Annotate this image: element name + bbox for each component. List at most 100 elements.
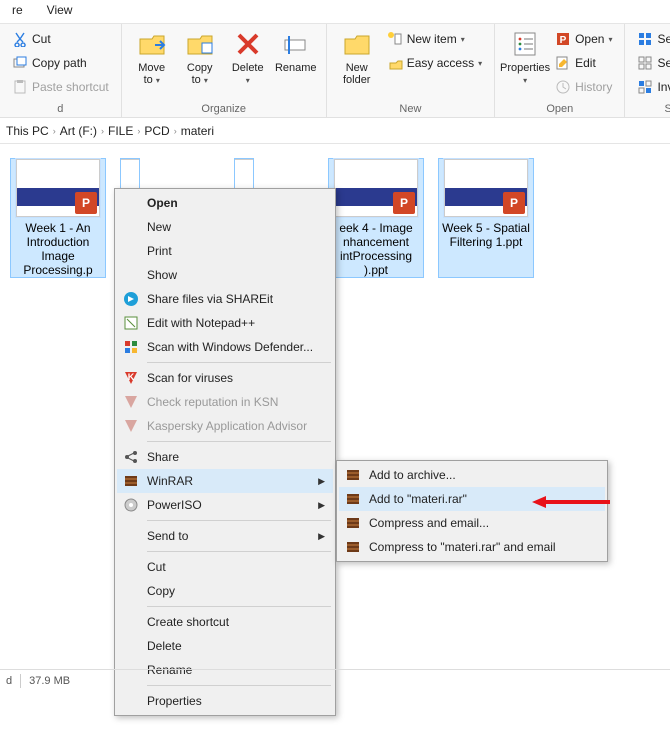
breadcrumb-item[interactable]: PCD	[144, 124, 169, 138]
history-icon	[555, 79, 571, 95]
ctx-compress-materi-email[interactable]: Compress to "materi.rar" and email	[339, 535, 605, 559]
invert-selection-icon	[637, 79, 653, 95]
file-thumbnail: P	[334, 159, 418, 217]
new-folder-icon	[342, 29, 372, 59]
tab-share[interactable]: re	[0, 0, 35, 23]
status-bar: d 37.9 MB	[0, 669, 670, 691]
file-name: Week 5 - Spatial Filtering 1.ppt	[439, 221, 533, 249]
delete-button[interactable]: Delete ▾	[224, 26, 272, 101]
edit-button[interactable]: Edit	[553, 52, 614, 74]
ctx-cut[interactable]: Cut	[117, 555, 333, 579]
ctx-sendto[interactable]: Send to▶	[117, 524, 333, 548]
rename-button[interactable]: Rename	[272, 26, 320, 101]
ribbon-group-clipboard: Cut Copy path Paste shortcut d	[0, 24, 122, 117]
open-icon: P	[555, 31, 571, 47]
history-button[interactable]: History	[553, 76, 614, 98]
breadcrumb[interactable]: This PC › Art (F:) › FILE › PCD › materi	[0, 118, 670, 144]
ribbon-group-select: Select all Select none Invert select Sel…	[625, 24, 670, 117]
chevron-right-icon: ›	[101, 126, 104, 136]
properties-icon	[511, 30, 539, 58]
status-count: d	[6, 675, 12, 687]
select-none-button[interactable]: Select none	[635, 52, 670, 74]
group-label: Open	[546, 101, 573, 117]
separator	[147, 362, 331, 363]
file-item[interactable]: P eek 4 - Image nhancement intProcessing…	[328, 158, 424, 278]
breadcrumb-item[interactable]: Art (F:)	[60, 124, 97, 138]
status-size: 37.9 MB	[29, 675, 70, 687]
new-item-icon	[387, 31, 403, 47]
ctx-open[interactable]: Open	[117, 191, 333, 215]
new-folder-button[interactable]: New folder	[333, 26, 381, 101]
chevron-right-icon: ›	[53, 126, 56, 136]
new-item-button[interactable]: New item ▾	[385, 28, 484, 50]
kaspersky-icon: K	[123, 370, 139, 386]
ctx-create-shortcut[interactable]: Create shortcut	[117, 610, 333, 634]
ctx-compress-email[interactable]: Compress and email...	[339, 511, 605, 535]
cut-button[interactable]: Cut	[10, 28, 111, 50]
chevron-right-icon: ›	[137, 126, 140, 136]
easy-access-button[interactable]: Easy access ▾	[385, 52, 484, 74]
ctx-share[interactable]: Share	[117, 445, 333, 469]
separator	[147, 441, 331, 442]
file-name: eek 4 - Image nhancement intProcessing )…	[329, 221, 423, 277]
ctx-kav[interactable]: Kaspersky Application Advisor	[117, 414, 333, 438]
ctx-show[interactable]: Show	[117, 263, 333, 287]
ctx-poweriso[interactable]: PowerISO▶	[117, 493, 333, 517]
ctx-ksn[interactable]: Check reputation in KSN	[117, 390, 333, 414]
chevron-right-icon: ›	[174, 126, 177, 136]
svg-text:P: P	[560, 35, 567, 46]
ctx-print[interactable]: Print	[117, 239, 333, 263]
file-item[interactable]: P Week 1 - An Introduction Image Process…	[10, 158, 106, 278]
ctx-winrar[interactable]: WinRAR▶	[117, 469, 333, 493]
copy-path-button[interactable]: Copy path	[10, 52, 111, 74]
winrar-icon	[123, 473, 139, 489]
move-to-button[interactable]: Move to ▾	[128, 26, 176, 101]
ctx-copy[interactable]: Copy	[117, 579, 333, 603]
chevron-right-icon: ▶	[318, 476, 325, 487]
file-item[interactable]: P Week 5 - Spatial Filtering 1.ppt	[438, 158, 534, 278]
copy-to-button[interactable]: Copy to ▾	[176, 26, 224, 101]
breadcrumb-item[interactable]: FILE	[108, 124, 133, 138]
defender-icon	[123, 339, 139, 355]
move-to-icon	[137, 29, 167, 59]
properties-button[interactable]: Properties ▾	[501, 26, 549, 101]
ctx-shareit[interactable]: Share files via SHAREit	[117, 287, 333, 311]
paste-shortcut-button[interactable]: Paste shortcut	[10, 76, 111, 98]
breadcrumb-item[interactable]: This PC	[6, 124, 49, 138]
separator	[20, 674, 21, 688]
ctx-scanvirus[interactable]: KScan for viruses	[117, 366, 333, 390]
easy-access-icon	[387, 55, 403, 71]
group-label: Organize	[201, 101, 246, 117]
separator	[147, 520, 331, 521]
file-thumbnail: P	[16, 159, 100, 217]
rename-icon	[282, 30, 310, 58]
ribbon-group-new: New folder New item ▾ Easy access ▾ New	[327, 24, 495, 117]
invert-selection-button[interactable]: Invert select	[635, 76, 670, 98]
ribbon-group-organize: Move to ▾ Copy to ▾ Delete ▾ Rename Orga…	[122, 24, 327, 117]
ctx-notepad[interactable]: Edit with Notepad++	[117, 311, 333, 335]
ribbon-group-open: Properties ▾ POpen ▾ Edit History Open	[495, 24, 625, 117]
ctx-new[interactable]: New	[117, 215, 333, 239]
ctx-add-archive[interactable]: Add to archive...	[339, 463, 605, 487]
share-icon	[123, 449, 139, 465]
kaspersky-icon	[123, 418, 139, 434]
delete-icon	[234, 30, 262, 58]
winrar-icon	[345, 467, 361, 483]
ctx-properties[interactable]: Properties	[117, 689, 333, 713]
ctx-defender[interactable]: Scan with Windows Defender...	[117, 335, 333, 359]
powerpoint-icon: P	[503, 192, 525, 214]
breadcrumb-item[interactable]: materi	[181, 124, 214, 138]
tab-view[interactable]: View	[35, 0, 85, 23]
open-button[interactable]: POpen ▾	[553, 28, 614, 50]
chevron-right-icon: ▶	[318, 500, 325, 511]
group-label: New	[399, 101, 421, 117]
annotation-arrow	[532, 494, 612, 510]
select-all-button[interactable]: Select all	[635, 28, 670, 50]
winrar-icon	[345, 515, 361, 531]
copy-to-icon	[185, 29, 215, 59]
ctx-delete[interactable]: Delete	[117, 634, 333, 658]
context-menu: Open New Print Show Share files via SHAR…	[114, 188, 336, 716]
powerpoint-icon: P	[393, 192, 415, 214]
separator	[147, 606, 331, 607]
powerpoint-icon: P	[75, 192, 97, 214]
